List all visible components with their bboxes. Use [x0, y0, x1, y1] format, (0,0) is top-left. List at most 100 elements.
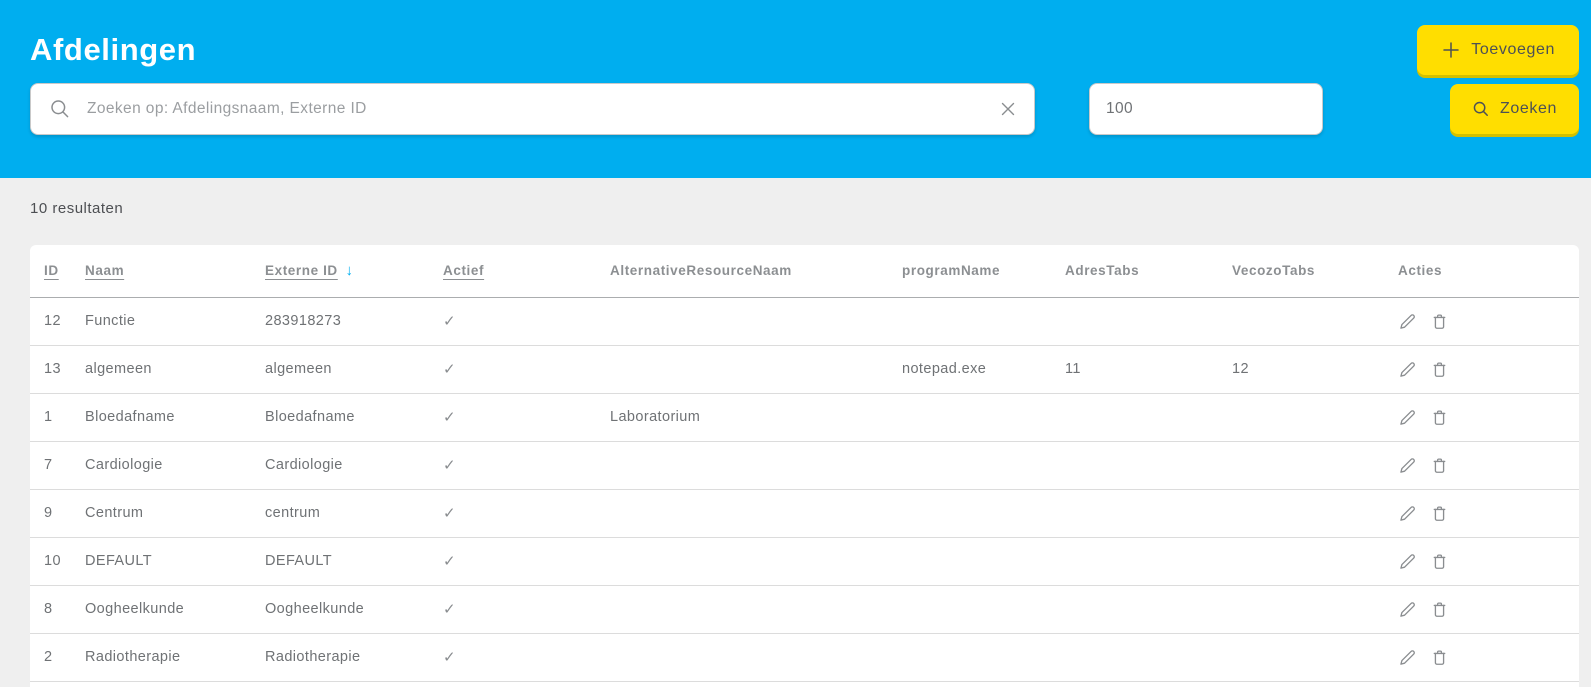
active-check-icon: ✓	[443, 409, 456, 426]
cell-naam: Radiotherapie	[71, 633, 251, 681]
cell-alternative_resource_naam	[596, 297, 888, 345]
cell-externe_id: centrum	[251, 489, 429, 537]
cell-vecozo_tabs	[1218, 585, 1384, 633]
cell-adres_tabs	[1051, 633, 1218, 681]
column-header-id[interactable]: ID	[30, 245, 71, 297]
delete-button[interactable]	[1430, 648, 1449, 667]
active-check-icon: ✓	[443, 649, 456, 666]
edit-button[interactable]	[1398, 312, 1417, 331]
cell-acties	[1384, 633, 1579, 681]
table-header-row: IDNaamExterne ID ↓ActiefAlternativeResou…	[30, 245, 1579, 297]
sort-desc-icon: ↓	[341, 262, 354, 279]
delete-button[interactable]	[1430, 312, 1449, 331]
cell-externe_id: Cardiologie	[251, 441, 429, 489]
column-header-acties: Acties	[1384, 245, 1579, 297]
search-button-label: Zoeken	[1500, 100, 1557, 118]
clear-search-icon[interactable]	[998, 99, 1018, 119]
add-button[interactable]: Toevoegen	[1417, 25, 1579, 75]
cell-alternative_resource_naam	[596, 489, 888, 537]
cell-program_name	[888, 585, 1051, 633]
results-count: 10 resultaten	[30, 200, 1579, 217]
search-icon	[49, 98, 71, 120]
pencil-icon	[1398, 312, 1417, 331]
trash-icon	[1430, 600, 1449, 619]
delete-button[interactable]	[1430, 360, 1449, 379]
cell-program_name	[888, 633, 1051, 681]
plus-icon	[1441, 40, 1461, 60]
trash-icon	[1430, 312, 1449, 331]
cell-actief: ✓	[429, 297, 596, 345]
edit-button[interactable]	[1398, 504, 1417, 523]
departments-table: IDNaamExterne ID ↓ActiefAlternativeResou…	[30, 245, 1579, 682]
column-label: Acties	[1398, 263, 1442, 278]
pencil-icon	[1398, 408, 1417, 427]
column-label: Actief	[443, 263, 484, 278]
edit-button[interactable]	[1398, 408, 1417, 427]
table-row: 13algemeenalgemeen✓notepad.exe1112	[30, 345, 1579, 393]
cell-id: 9	[30, 489, 71, 537]
pencil-icon	[1398, 552, 1417, 571]
cell-naam: Oogheelkunde	[71, 585, 251, 633]
table-row: 8OogheelkundeOogheelkunde✓	[30, 585, 1579, 633]
cell-externe_id: 283918273	[251, 297, 429, 345]
delete-button[interactable]	[1430, 552, 1449, 571]
edit-button[interactable]	[1398, 552, 1417, 571]
table-row: 10DEFAULTDEFAULT✓	[30, 537, 1579, 585]
delete-button[interactable]	[1430, 408, 1449, 427]
pencil-icon	[1398, 504, 1417, 523]
cell-vecozo_tabs	[1218, 489, 1384, 537]
limit-input[interactable]	[1089, 83, 1323, 135]
pencil-icon	[1398, 360, 1417, 379]
row-actions	[1398, 538, 1579, 585]
edit-button[interactable]	[1398, 600, 1417, 619]
search-button[interactable]: Zoeken	[1450, 84, 1579, 134]
edit-button[interactable]	[1398, 648, 1417, 667]
cell-externe_id: Bloedafname	[251, 393, 429, 441]
cell-vecozo_tabs	[1218, 393, 1384, 441]
delete-button[interactable]	[1430, 504, 1449, 523]
column-header-program_name: programName	[888, 245, 1051, 297]
row-actions	[1398, 346, 1579, 393]
column-header-externe_id[interactable]: Externe ID ↓	[251, 245, 429, 297]
cell-actief: ✓	[429, 393, 596, 441]
table-row: 9Centrumcentrum✓	[30, 489, 1579, 537]
row-actions	[1398, 490, 1579, 537]
main-content: 10 resultaten IDNaamExterne ID ↓ActiefAl…	[0, 200, 1591, 687]
cell-id: 10	[30, 537, 71, 585]
trash-icon	[1430, 408, 1449, 427]
row-actions	[1398, 442, 1579, 489]
cell-adres_tabs	[1051, 489, 1218, 537]
cell-adres_tabs: 11	[1051, 345, 1218, 393]
cell-program_name	[888, 393, 1051, 441]
delete-button[interactable]	[1430, 456, 1449, 475]
cell-alternative_resource_naam	[596, 537, 888, 585]
pencil-icon	[1398, 456, 1417, 475]
column-header-naam[interactable]: Naam	[71, 245, 251, 297]
cell-id: 7	[30, 441, 71, 489]
search-row: Zoeken	[30, 83, 1579, 135]
column-label: programName	[902, 263, 1000, 278]
column-header-actief[interactable]: Actief	[429, 245, 596, 297]
pencil-icon	[1398, 600, 1417, 619]
cell-externe_id: DEFAULT	[251, 537, 429, 585]
cell-program_name: notepad.exe	[888, 345, 1051, 393]
edit-button[interactable]	[1398, 456, 1417, 475]
delete-button[interactable]	[1430, 600, 1449, 619]
column-label: ID	[44, 263, 59, 278]
cell-vecozo_tabs: 12	[1218, 345, 1384, 393]
cell-id: 1	[30, 393, 71, 441]
cell-actief: ✓	[429, 441, 596, 489]
cell-adres_tabs	[1051, 393, 1218, 441]
cell-externe_id: Oogheelkunde	[251, 585, 429, 633]
cell-acties	[1384, 441, 1579, 489]
edit-button[interactable]	[1398, 360, 1417, 379]
cell-id: 12	[30, 297, 71, 345]
title-row: Afdelingen Toevoegen	[30, 0, 1579, 76]
active-check-icon: ✓	[443, 361, 456, 378]
trash-icon	[1430, 504, 1449, 523]
search-input[interactable]	[71, 84, 998, 134]
cell-actief: ✓	[429, 633, 596, 681]
row-actions	[1398, 586, 1579, 633]
column-label: VecozoTabs	[1232, 263, 1315, 278]
cell-naam: Functie	[71, 297, 251, 345]
